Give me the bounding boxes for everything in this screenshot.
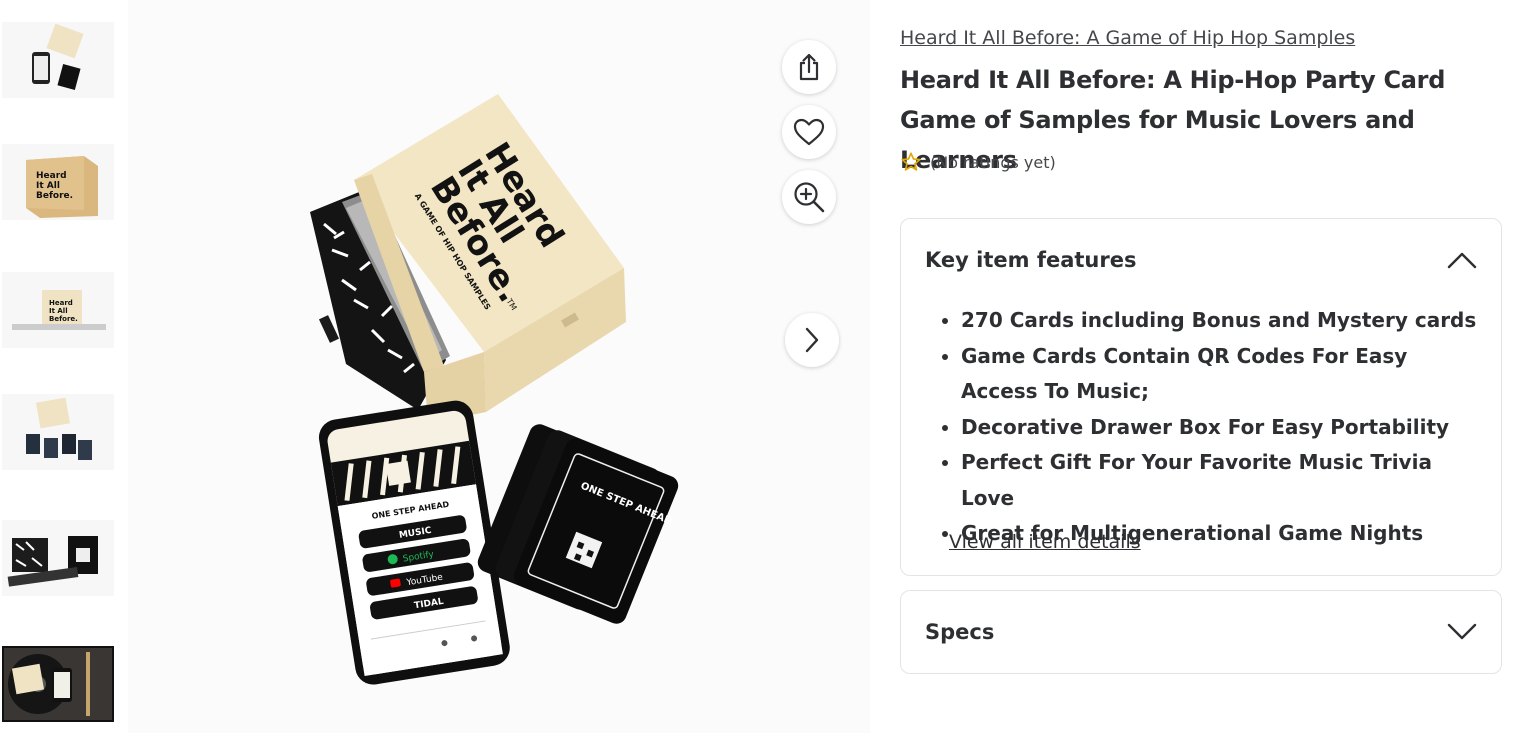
svg-text:Heard: Heard	[49, 299, 73, 307]
zoom-in-icon	[794, 182, 825, 213]
thumbnail-4[interactable]	[2, 394, 114, 470]
key-features-panel: Key item features 270 Cards including Bo…	[900, 218, 1502, 576]
specs-panel: Specs	[900, 590, 1502, 674]
heart-icon	[793, 118, 825, 146]
svg-text:Before.: Before.	[49, 315, 78, 323]
favorite-button[interactable]	[782, 105, 836, 159]
chevron-up-icon	[1447, 252, 1477, 269]
key-features-toggle[interactable]: Key item features	[925, 245, 1477, 275]
thumbnail-strip: Heard It All Before. Heard It All Before…	[0, 0, 118, 733]
feature-item: Game Cards Contain QR Codes For Easy Acc…	[961, 339, 1481, 410]
thumbnail-1[interactable]	[2, 22, 114, 98]
thumbnail-1-image	[2, 22, 114, 98]
specs-title: Specs	[925, 620, 995, 644]
thumbnail-3-image: Heard It All Before.	[2, 272, 114, 348]
key-features-title: Key item features	[925, 248, 1137, 272]
brand-link[interactable]: Heard It All Before: A Game of Hip Hop S…	[900, 27, 1355, 49]
feature-item: Decorative Drawer Box For Easy Portabili…	[961, 410, 1481, 446]
thumbnail-2-image: Heard It All Before.	[2, 144, 114, 220]
svg-text:Heard: Heard	[36, 171, 67, 181]
rating-text: (No ratings yet)	[930, 152, 1056, 172]
share-icon	[799, 53, 819, 81]
thumbnail-5-image	[2, 520, 114, 596]
next-image-button[interactable]	[785, 313, 839, 367]
chevron-down-icon	[1447, 623, 1477, 640]
feature-item: Perfect Gift For Your Favorite Music Tri…	[961, 445, 1481, 516]
thumbnail-6[interactable]	[2, 646, 114, 722]
svg-text:Before.: Before.	[36, 191, 73, 201]
chevron-right-icon	[805, 327, 819, 353]
product-photo: Heard It All Before. A GAME OF HIP HOP S…	[128, 0, 870, 733]
specs-toggle[interactable]: Specs	[925, 617, 1477, 647]
zoom-button[interactable]	[782, 170, 836, 224]
svg-text:It All: It All	[49, 307, 68, 315]
main-product-image[interactable]: Heard It All Before. A GAME OF HIP HOP S…	[128, 0, 870, 733]
thumbnail-3[interactable]: Heard It All Before.	[2, 272, 114, 348]
share-button[interactable]	[782, 40, 836, 94]
feature-list: 270 Cards including Bonus and Mystery ca…	[961, 303, 1481, 552]
thumbnail-2[interactable]: Heard It All Before.	[2, 144, 114, 220]
thumbnail-4-image	[2, 394, 114, 470]
svg-text:It All: It All	[36, 181, 60, 191]
view-all-details-link[interactable]: View all item details	[949, 531, 1141, 553]
feature-item: 270 Cards including Bonus and Mystery ca…	[961, 303, 1481, 339]
thumbnail-6-image	[2, 646, 114, 722]
star-icon	[901, 152, 921, 171]
thumbnail-5[interactable]	[2, 520, 114, 596]
rating-summary[interactable]: (No ratings yet)	[900, 151, 1056, 173]
